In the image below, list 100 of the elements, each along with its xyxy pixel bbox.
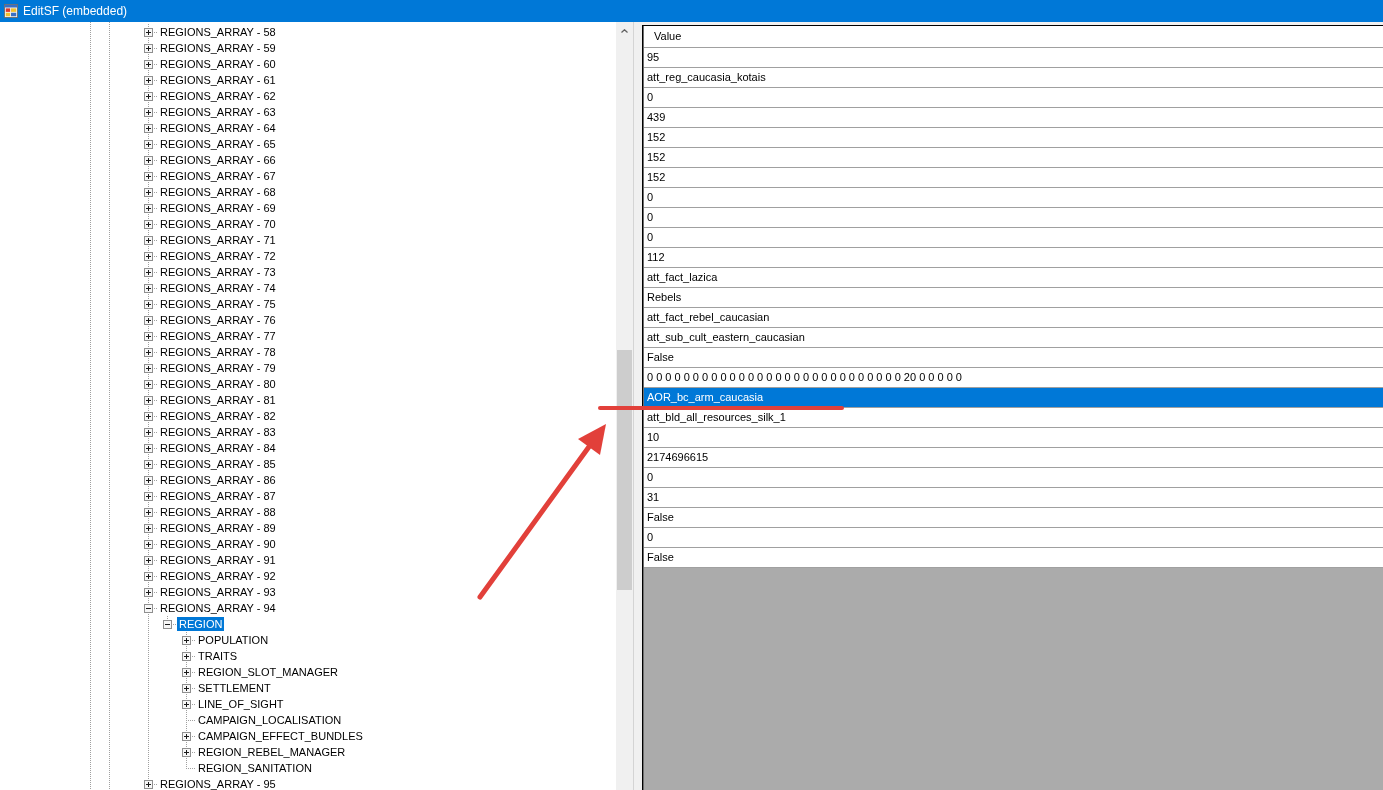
plus-box-icon[interactable] — [144, 779, 153, 789]
tree-item[interactable]: REGIONS_ARRAY - 92 — [158, 569, 278, 583]
tree-item[interactable]: REGIONS_ARRAY - 85 — [158, 457, 278, 471]
tree-item[interactable]: REGIONS_ARRAY - 62 — [158, 89, 278, 103]
grid-cell[interactable]: 0 — [644, 208, 1383, 228]
tree-item[interactable]: REGIONS_ARRAY - 76 — [158, 313, 278, 327]
tree-item[interactable]: REGIONS_ARRAY - 64 — [158, 121, 278, 135]
grid-cell[interactable]: 439 — [644, 108, 1383, 128]
tree-item[interactable]: REGIONS_ARRAY - 66 — [158, 153, 278, 167]
plus-box-icon[interactable] — [182, 635, 191, 645]
plus-box-icon[interactable] — [144, 43, 153, 53]
plus-box-icon[interactable] — [144, 587, 153, 597]
plus-box-icon[interactable] — [144, 523, 153, 533]
tree-item[interactable]: TRAITS — [196, 649, 240, 663]
tree-item[interactable]: REGIONS_ARRAY - 63 — [158, 105, 278, 119]
tree-item[interactable]: REGIONS_ARRAY - 67 — [158, 169, 278, 183]
plus-box-icon[interactable] — [182, 683, 191, 693]
plus-box-icon[interactable] — [144, 555, 153, 565]
tree-item[interactable]: REGIONS_ARRAY - 95 — [158, 777, 278, 790]
plus-box-icon[interactable] — [144, 539, 153, 549]
tree-item[interactable]: REGIONS_ARRAY - 94 — [158, 601, 278, 615]
grid-cell[interactable]: Rebels — [644, 288, 1383, 308]
tree-item[interactable]: REGIONS_ARRAY - 71 — [158, 233, 278, 247]
grid-cell[interactable]: 0 0 0 0 0 0 0 0 0 0 0 0 0 0 0 0 0 0 0 0 0 0 0 0 0 0 0 0 20 0 0 0 0 0 — [644, 368, 1383, 388]
tree-item[interactable]: REGIONS_ARRAY - 68 — [158, 185, 278, 199]
tree-item[interactable]: POPULATION — [196, 633, 271, 647]
grid-cell[interactable]: att_fact_lazica — [644, 268, 1383, 288]
plus-box-icon[interactable] — [144, 235, 153, 245]
grid-cell[interactable]: 112 — [644, 248, 1383, 268]
plus-box-icon[interactable] — [144, 203, 153, 213]
grid-cell[interactable]: False — [644, 548, 1383, 568]
plus-box-icon[interactable] — [144, 411, 153, 421]
plus-box-icon[interactable] — [144, 91, 153, 101]
tree-item[interactable]: REGIONS_ARRAY - 58 — [158, 25, 278, 39]
tree-item[interactable]: REGIONS_ARRAY - 84 — [158, 441, 278, 455]
tree-item[interactable]: REGIONS_ARRAY - 70 — [158, 217, 278, 231]
plus-box-icon[interactable] — [144, 507, 153, 517]
plus-box-icon[interactable] — [144, 139, 153, 149]
tree-item[interactable]: REGIONS_ARRAY - 77 — [158, 329, 278, 343]
grid-cell[interactable]: 0 — [644, 188, 1383, 208]
plus-box-icon[interactable] — [144, 251, 153, 261]
tree-item[interactable]: REGIONS_ARRAY - 72 — [158, 249, 278, 263]
plus-box-icon[interactable] — [182, 651, 191, 661]
tree-item[interactable]: REGIONS_ARRAY - 61 — [158, 73, 278, 87]
grid-cell[interactable]: att_reg_caucasia_kotais — [644, 68, 1383, 88]
plus-box-icon[interactable] — [144, 107, 153, 117]
tree-item[interactable]: REGIONS_ARRAY - 89 — [158, 521, 278, 535]
grid-cell[interactable]: 0 — [644, 468, 1383, 488]
minus-box-icon[interactable] — [163, 619, 172, 629]
grid-cell[interactable]: 95 — [644, 48, 1383, 68]
tree-item[interactable]: CAMPAIGN_LOCALISATION — [196, 713, 344, 727]
grid-cell[interactable]: False — [644, 508, 1383, 528]
plus-box-icon[interactable] — [144, 475, 153, 485]
grid-cell[interactable]: 31 — [644, 488, 1383, 508]
tree-item[interactable]: REGIONS_ARRAY - 60 — [158, 57, 278, 71]
tree-item[interactable]: REGIONS_ARRAY - 69 — [158, 201, 278, 215]
grid-cell[interactable]: 0 — [644, 528, 1383, 548]
plus-box-icon[interactable] — [144, 283, 153, 293]
grid-cell[interactable]: att_bld_all_resources_silk_1 — [644, 408, 1383, 428]
grid-cell[interactable]: att_sub_cult_eastern_caucasian — [644, 328, 1383, 348]
tree-item[interactable]: REGION_SLOT_MANAGER — [196, 665, 340, 679]
grid-cell[interactable]: 152 — [644, 148, 1383, 168]
tree-item[interactable]: LINE_OF_SIGHT — [196, 697, 286, 711]
plus-box-icon[interactable] — [144, 459, 153, 469]
plus-box-icon[interactable] — [144, 315, 153, 325]
plus-box-icon[interactable] — [144, 267, 153, 277]
minus-box-icon[interactable] — [144, 603, 153, 613]
plus-box-icon[interactable] — [144, 331, 153, 341]
tree-item[interactable]: REGIONS_ARRAY - 91 — [158, 553, 278, 567]
plus-box-icon[interactable] — [144, 379, 153, 389]
plus-box-icon[interactable] — [144, 123, 153, 133]
tree-item[interactable]: REGIONS_ARRAY - 65 — [158, 137, 278, 151]
tree-item[interactable]: REGIONS_ARRAY - 88 — [158, 505, 278, 519]
grid-cell[interactable]: 0 — [644, 228, 1383, 248]
plus-box-icon[interactable] — [144, 347, 153, 357]
plus-box-icon[interactable] — [182, 699, 191, 709]
plus-box-icon[interactable] — [182, 667, 191, 677]
tree-item[interactable]: REGION_SANITATION — [196, 761, 314, 775]
plus-box-icon[interactable] — [144, 155, 153, 165]
grid-cell[interactable]: 152 — [644, 128, 1383, 148]
tree-item[interactable]: REGION — [177, 617, 225, 631]
grid-cell[interactable]: 10 — [644, 428, 1383, 448]
tree-item[interactable]: REGIONS_ARRAY - 83 — [158, 425, 278, 439]
plus-box-icon[interactable] — [144, 27, 153, 37]
tree-item[interactable]: REGIONS_ARRAY - 78 — [158, 345, 278, 359]
tree-item[interactable]: REGIONS_ARRAY - 93 — [158, 585, 278, 599]
grid-cell[interactable]: 0 — [644, 88, 1383, 108]
tree-item[interactable]: REGIONS_ARRAY - 82 — [158, 409, 278, 423]
plus-box-icon[interactable] — [144, 187, 153, 197]
plus-box-icon[interactable] — [144, 171, 153, 181]
plus-box-icon[interactable] — [144, 571, 153, 581]
plus-box-icon[interactable] — [144, 443, 153, 453]
tree-item[interactable]: REGIONS_ARRAY - 73 — [158, 265, 278, 279]
grid-cell[interactable]: AOR_bc_arm_caucasia — [644, 388, 1383, 408]
tree-item[interactable]: REGIONS_ARRAY - 59 — [158, 41, 278, 55]
plus-box-icon[interactable] — [144, 395, 153, 405]
plus-box-icon[interactable] — [182, 747, 191, 757]
tree-item[interactable]: REGIONS_ARRAY - 80 — [158, 377, 278, 391]
scrollbar-thumb[interactable] — [617, 350, 632, 590]
tree-item[interactable]: REGIONS_ARRAY - 74 — [158, 281, 278, 295]
